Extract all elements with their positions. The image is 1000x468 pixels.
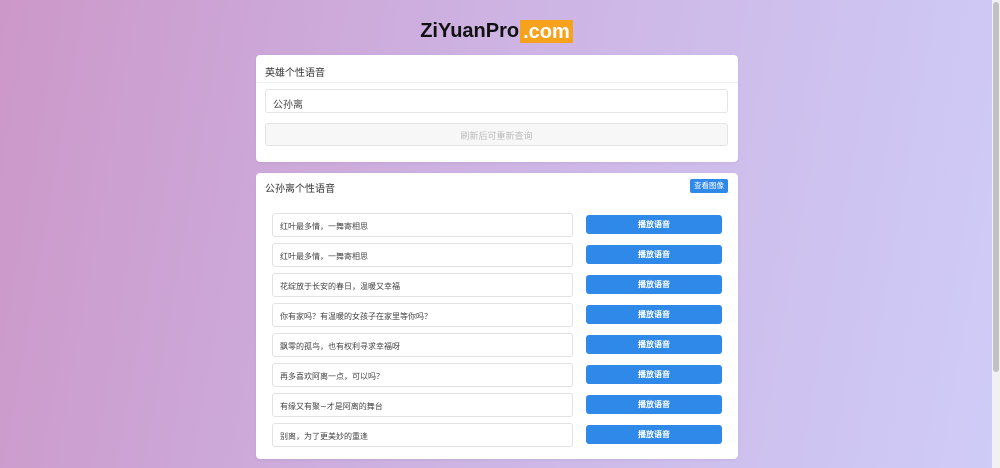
play-voice-button[interactable]: 播放语音: [586, 215, 722, 234]
scrollbar-thumb[interactable]: [993, 2, 999, 372]
voice-row: 红叶最多情，一舞寄相思 播放语音: [272, 243, 722, 267]
view-image-button[interactable]: 查看图像: [690, 179, 728, 193]
voice-line-text: 别离，为了更美妙的重逢: [272, 423, 573, 447]
hero-search-card: 英雄个性语音 公孙离 刷新后可重新查询: [256, 55, 738, 162]
logo-text: ZiYuanPro: [420, 20, 520, 42]
voice-list-card: 公孙离个性语音 查看图像 红叶最多情，一舞寄相思 播放语音 红叶最多情，一舞寄相…: [256, 173, 738, 459]
voice-line-text: 飘零的孤鸟，也有权利寻求幸福呀: [272, 333, 573, 357]
play-voice-button[interactable]: 播放语音: [586, 305, 722, 324]
voice-line-text: 再多喜欢阿离一点，可以吗？: [272, 363, 573, 387]
play-voice-button[interactable]: 播放语音: [586, 365, 722, 384]
voice-row: 红叶最多情，一舞寄相思 播放语音: [272, 213, 722, 237]
voice-row: 你有家吗？有温暖的女孩子在家里等你吗？ 播放语音: [272, 303, 722, 327]
play-voice-button[interactable]: 播放语音: [586, 425, 722, 444]
play-voice-button[interactable]: 播放语音: [586, 395, 722, 414]
hero-name-input[interactable]: 公孙离: [265, 89, 728, 113]
voice-line-text: 你有家吗？有温暖的女孩子在家里等你吗？: [272, 303, 573, 327]
play-voice-button[interactable]: 播放语音: [586, 275, 722, 294]
vertical-scrollbar[interactable]: [992, 0, 1000, 468]
voice-line-text: 红叶最多情，一舞寄相思: [272, 213, 573, 237]
play-voice-button[interactable]: 播放语音: [586, 335, 722, 354]
voice-row: 花绽放于长安的春日，温暖又幸福 播放语音: [272, 273, 722, 297]
voice-line-text: 红叶最多情，一舞寄相思: [272, 243, 573, 267]
voice-line-text: 有缘又有聚~才是阿离的舞台: [272, 393, 573, 417]
voice-list-title: 公孙离个性语音: [265, 184, 335, 195]
logo-domain-badge: .com: [520, 20, 573, 43]
voice-row: 飘零的孤鸟，也有权利寻求幸福呀 播放语音: [272, 333, 722, 357]
play-voice-button[interactable]: 播放语音: [586, 245, 722, 264]
voice-row: 再多喜欢阿离一点，可以吗？ 播放语音: [272, 363, 722, 387]
voice-row: 有缘又有聚~才是阿离的舞台 播放语音: [272, 393, 722, 417]
card-header: 英雄个性语音: [256, 55, 738, 83]
site-logo[interactable]: ZiYuanPro .com: [0, 20, 993, 43]
refresh-query-button[interactable]: 刷新后可重新查询: [265, 123, 728, 146]
voice-row: 别离，为了更美妙的重逢 播放语音: [272, 423, 722, 447]
voice-line-text: 花绽放于长安的春日，温暖又幸福: [272, 273, 573, 297]
